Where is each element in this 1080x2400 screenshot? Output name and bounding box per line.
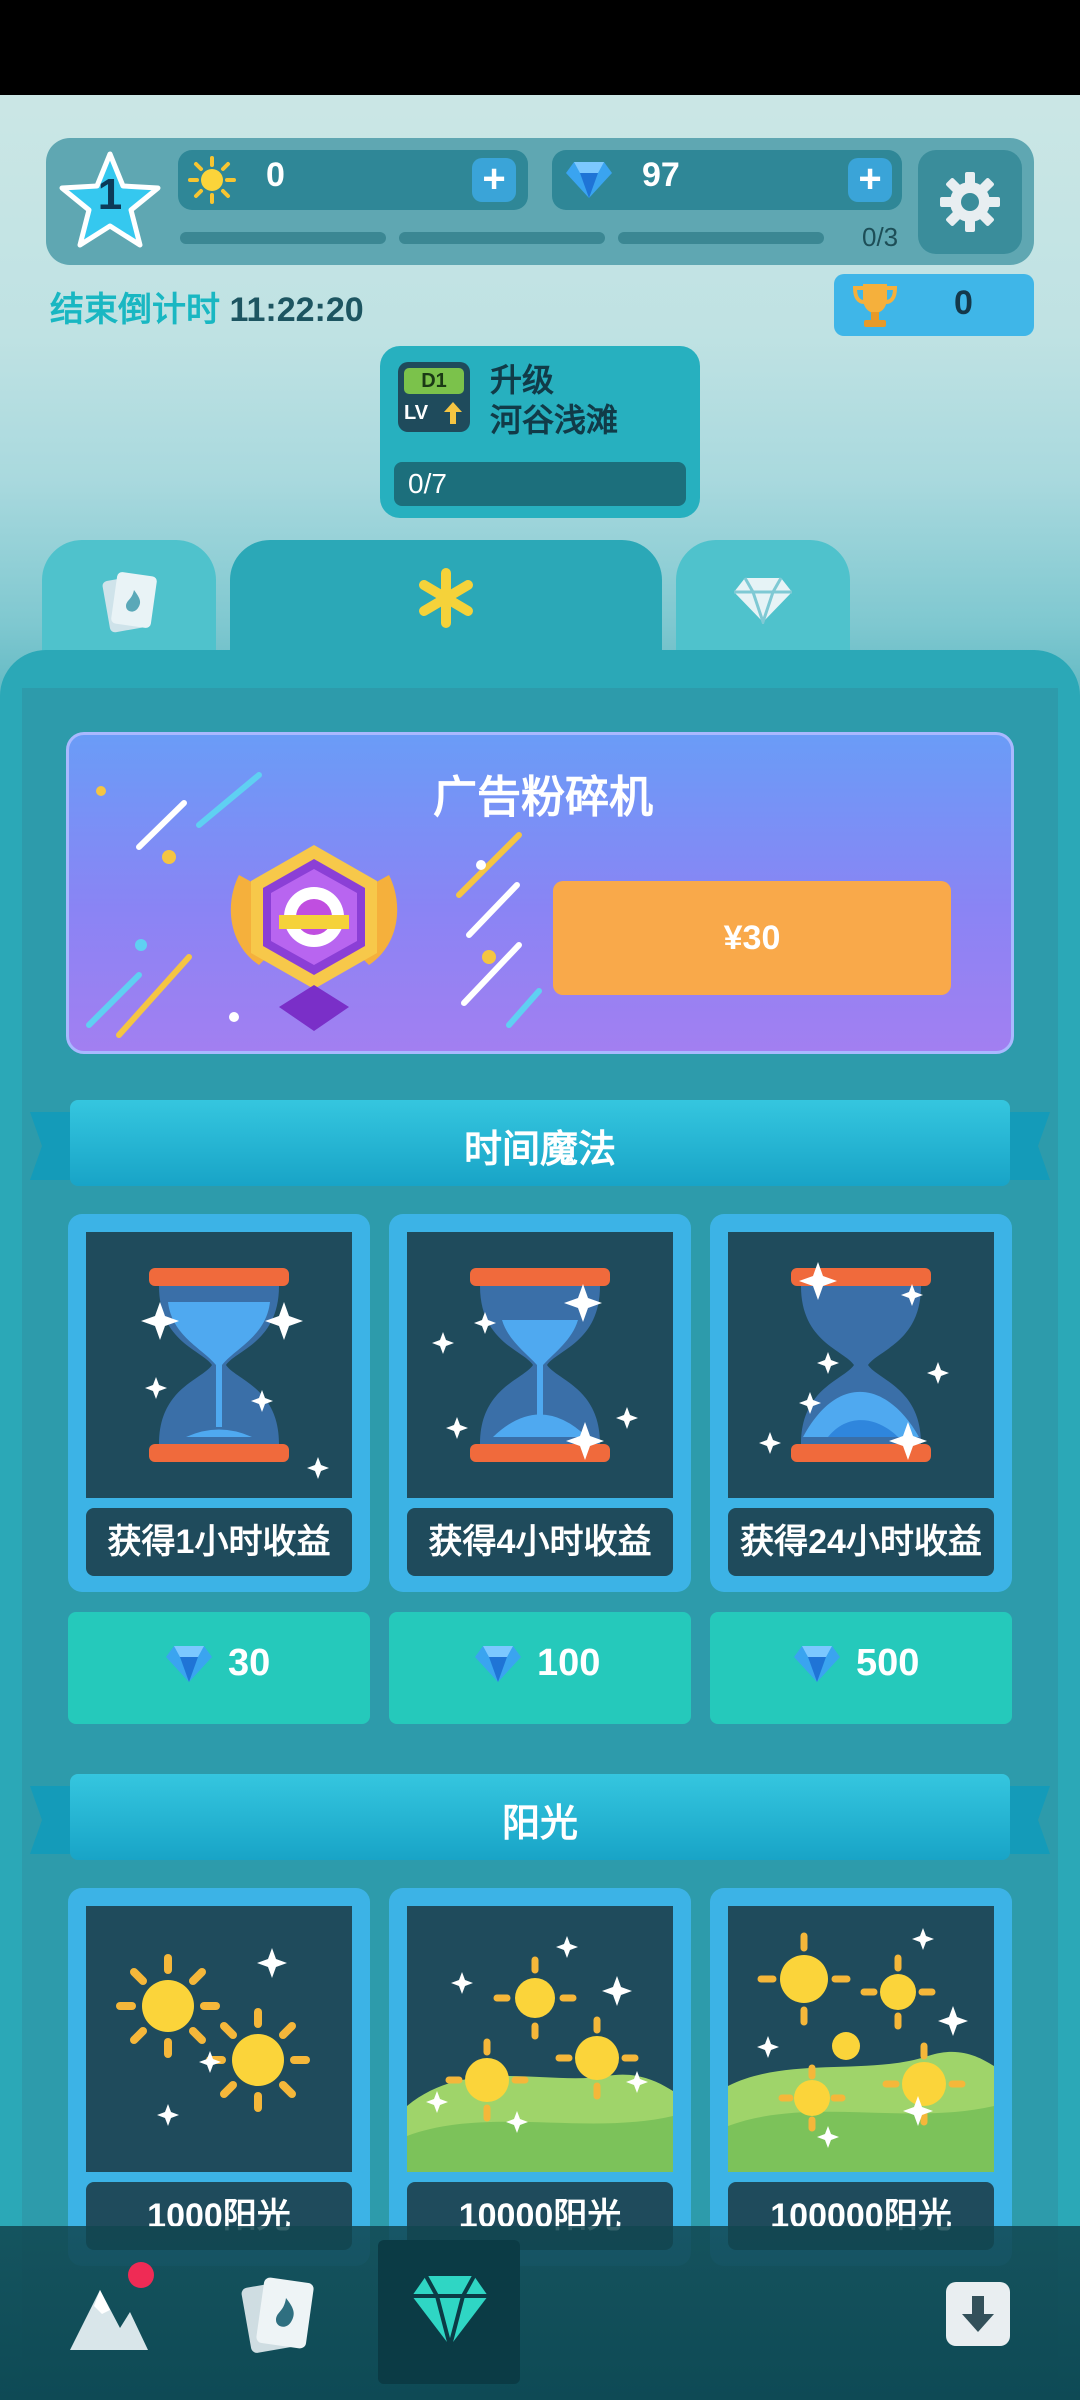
suns-icon	[116, 1948, 310, 2126]
buy-4h-button[interactable]: 100	[389, 1612, 691, 1724]
sun-resource: 0 +	[178, 150, 528, 210]
progress-text: 0/3	[862, 222, 899, 252]
sun-icon	[188, 156, 236, 204]
card-icon	[102, 572, 157, 633]
lv-label: LV	[404, 402, 429, 424]
hourglass-icon	[141, 1268, 329, 1479]
item-image	[728, 1906, 994, 2172]
time-item-24h[interactable]: 获得24小时收益	[710, 1214, 1012, 1592]
download-button[interactable]	[946, 2282, 1010, 2346]
sun-item-100000[interactable]: 100000阳光	[710, 1888, 1012, 2266]
gear-icon	[940, 172, 1000, 232]
upgrade-title-line2: 河谷浅滩	[490, 402, 619, 438]
sun-item-1000[interactable]: 1000阳光	[68, 1888, 370, 2266]
bottom-nav	[0, 2226, 1080, 2400]
item-image	[407, 1906, 673, 2172]
item-image	[728, 1232, 994, 1498]
add-gem-button[interactable]: +	[848, 158, 892, 202]
upgrade-progress-bar: 0/7	[394, 462, 686, 506]
progress-segment	[399, 232, 605, 244]
settings-button[interactable]	[918, 150, 1022, 254]
buy-24h-button[interactable]: 500	[710, 1612, 1012, 1724]
trophy-counter[interactable]: 0	[834, 274, 1034, 336]
upgrade-area-card[interactable]: D1 LV 升级 河谷浅滩 0/7	[380, 346, 700, 518]
gem-value: 97	[642, 156, 680, 194]
countdown-time: 11:22:20	[229, 291, 364, 329]
level-star[interactable]: 1	[55, 148, 165, 258]
arrow-up-icon	[444, 402, 462, 424]
sunshine-header: 阳光	[70, 1774, 1010, 1860]
price-value: 500	[856, 1642, 920, 1684]
item-label: 获得4小时收益	[407, 1508, 673, 1576]
shield-badge-icon	[230, 845, 398, 1031]
suns-icon	[407, 1936, 673, 2172]
notification-dot	[128, 2262, 154, 2288]
ad-remover-card: 广告粉碎机 ¥30	[66, 732, 1014, 1054]
diamond-icon	[475, 1646, 521, 1682]
event-countdown: 结束倒计时 11:22:20	[50, 282, 364, 331]
upgrade-title-line1: 升级	[490, 362, 555, 398]
status-bar	[0, 0, 1080, 95]
buy-1h-button[interactable]: 30	[68, 1612, 370, 1724]
upgrade-progress-text: 0/7	[408, 468, 447, 499]
countdown-label: 结束倒计时	[50, 291, 220, 329]
card-icon	[241, 2277, 314, 2353]
item-image	[86, 1906, 352, 2172]
price-value: 100	[537, 1642, 601, 1684]
sun-item-10000[interactable]: 10000阳光	[389, 1888, 691, 2266]
item-image	[407, 1232, 673, 1498]
item-label: 获得1小时收益	[86, 1508, 352, 1576]
diamond-icon	[412, 2275, 488, 2354]
diamond-icon	[734, 577, 792, 624]
location-badge: D1	[404, 368, 464, 394]
hourglass-icon	[432, 1268, 638, 1462]
tab-special[interactable]	[230, 540, 662, 660]
trophy-value: 0	[954, 284, 973, 322]
asterisk-icon	[419, 568, 473, 628]
upgrade-title: 升级 河谷浅滩	[490, 360, 618, 440]
time-item-1h[interactable]: 获得1小时收益	[68, 1214, 370, 1592]
sun-value: 0	[266, 156, 285, 194]
tab-cards[interactable]	[42, 540, 216, 660]
nav-shop-button[interactable]	[408, 2272, 492, 2354]
gem-resource: 97 +	[552, 150, 902, 210]
price-value: 30	[228, 1642, 271, 1684]
section-title: 时间魔法	[463, 1129, 616, 1171]
add-sun-button[interactable]: +	[472, 158, 516, 202]
suns-icon	[728, 1928, 994, 2172]
level-up-badge: D1 LV	[398, 362, 470, 432]
trophy-icon	[852, 284, 898, 327]
diamond-icon	[794, 1646, 840, 1682]
time-magic-header: 时间魔法	[70, 1100, 1010, 1186]
diamond-icon	[166, 1646, 212, 1682]
hourglass-icon	[759, 1262, 949, 1462]
time-item-4h[interactable]: 获得4小时收益	[389, 1214, 691, 1592]
progress-segment	[618, 232, 824, 244]
nav-cards-button[interactable]	[238, 2272, 322, 2362]
buy-ad-remover-button[interactable]: ¥30	[553, 881, 951, 995]
tab-diamond-shop[interactable]	[676, 540, 850, 660]
ad-card-title: 广告粉碎机	[433, 773, 653, 822]
item-image	[86, 1232, 352, 1498]
progress-segment	[180, 232, 386, 244]
item-label: 获得24小时收益	[728, 1508, 994, 1576]
section-title: 阳光	[501, 1803, 578, 1845]
level-number: 1	[97, 170, 123, 219]
arrow-down-icon	[962, 2296, 994, 2332]
diamond-icon	[566, 162, 612, 198]
